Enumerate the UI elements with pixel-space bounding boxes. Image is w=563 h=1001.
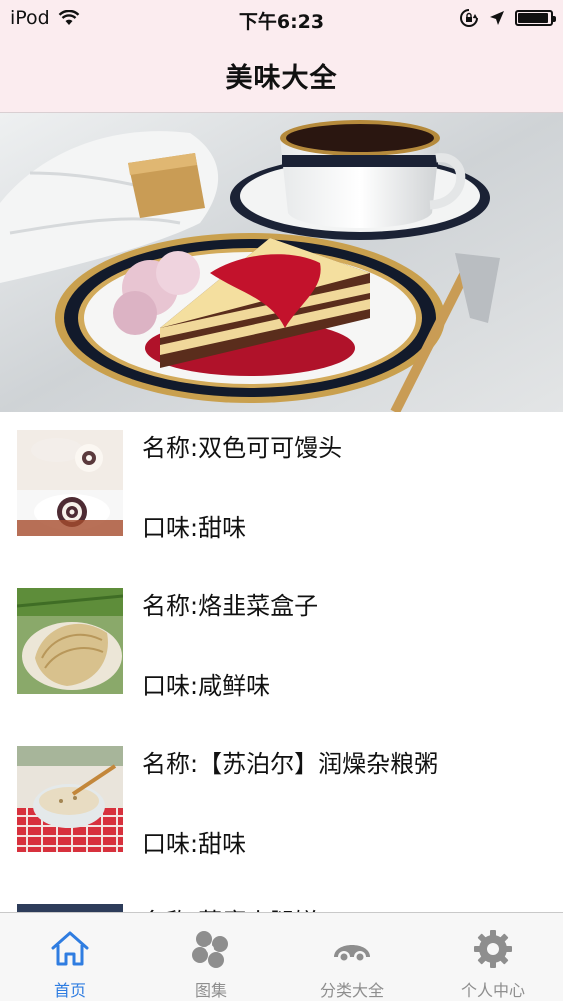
banner-carousel[interactable] — [0, 113, 563, 412]
navigation-bar: 美味大全 — [0, 38, 563, 113]
battery-icon — [515, 10, 556, 26]
tab-gallery[interactable]: 图集 — [141, 913, 281, 1001]
recipe-name: 名称:双色可可馒头 — [142, 434, 343, 462]
list-item[interactable]: 名称:双色可可馒头 口味:甜味 — [0, 412, 563, 570]
tab-profile[interactable]: 个人中心 — [423, 913, 563, 1001]
tab-categories-label: 分类大全 — [319, 981, 384, 1000]
tab-home-label: 首页 — [53, 981, 86, 1000]
list-item[interactable]: 名称:蒸腐火腿饼 — [0, 886, 563, 912]
location-arrow-icon — [490, 11, 504, 25]
category-icon — [334, 945, 370, 963]
tab-home[interactable]: 首页 — [0, 913, 140, 1001]
recipe-taste: 口味:咸鲜味 — [142, 672, 271, 700]
recipe-list[interactable]: 名称:双色可可馒头 口味:甜味 名称:烙韭菜盒子 口味:咸鲜味 名称:【苏泊尔】… — [0, 412, 563, 912]
recipe-name: 名称:蒸腐火腿饼 — [142, 902, 318, 912]
tab-categories[interactable]: 分类大全 — [282, 913, 422, 1001]
tab-profile-label: 个人中心 — [460, 981, 525, 1000]
page-title: 美味大全 — [225, 62, 338, 94]
recipe-name: 名称:【苏泊尔】润燥杂粮粥 — [142, 750, 439, 778]
recipe-thumbnail — [17, 746, 123, 852]
tab-gallery-label: 图集 — [194, 981, 227, 1000]
gear-icon — [474, 930, 512, 968]
recipe-taste: 口味:甜味 — [142, 514, 247, 542]
home-icon — [51, 931, 89, 966]
recipe-thumbnail — [17, 904, 123, 912]
list-item[interactable]: 名称:烙韭菜盒子 口味:咸鲜味 — [0, 570, 563, 728]
rotation-lock-icon — [460, 9, 478, 27]
recipe-name: 名称:烙韭菜盒子 — [142, 592, 319, 620]
recipe-thumbnail — [17, 430, 123, 536]
recipe-taste: 口味:甜味 — [142, 830, 247, 858]
recipe-thumbnail — [17, 588, 123, 694]
list-item[interactable]: 名称:【苏泊尔】润燥杂粮粥 口味:甜味 — [0, 728, 563, 886]
tab-bar: 首页 图集 分类大全 个人中心 — [0, 912, 563, 1001]
status-bar: iPod 下午6:23 — [0, 0, 563, 38]
dessert-banner-image — [0, 113, 563, 412]
pinwheel-icon — [192, 931, 228, 968]
